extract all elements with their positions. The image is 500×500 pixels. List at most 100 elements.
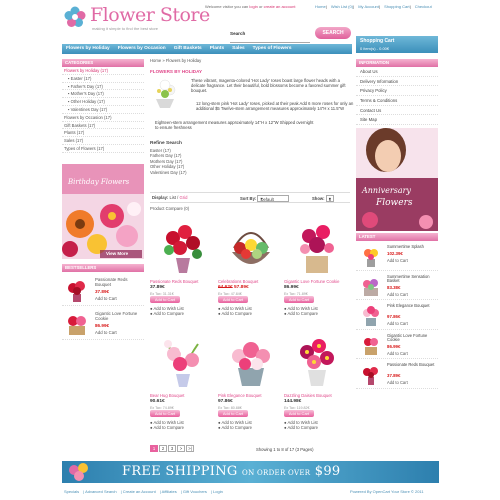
category-easter[interactable]: ▪ Easter (17) — [62, 75, 144, 83]
add-to-compare-link[interactable]: ● Add to Compare — [218, 311, 252, 316]
latest-thumbnail[interactable] — [361, 363, 381, 385]
latest-thumbnail[interactable] — [361, 304, 381, 326]
nav-flowers-by-occasion[interactable]: Flowers by Occasion — [114, 44, 170, 54]
search-button[interactable]: SEARCH — [315, 27, 351, 39]
add-to-cart-button[interactable]: Add to Cart — [218, 410, 248, 417]
product-image[interactable] — [224, 332, 278, 388]
bestseller-add-to-cart[interactable]: Add to Cart — [95, 330, 117, 335]
latest-name[interactable]: Gigantic Love Fortune Cookie — [387, 333, 437, 344]
info-privacy[interactable]: Privacy Policy — [356, 86, 438, 97]
add-to-compare-link[interactable]: ● Add to Compare — [150, 311, 184, 316]
info-sitemap[interactable]: Site Map — [356, 115, 438, 126]
product-name[interactable]: Passionate Reds Bouquet — [150, 279, 214, 284]
page-last[interactable]: >| — [186, 445, 194, 452]
latest-name[interactable]: Pink Elegance Bouquet — [387, 303, 437, 309]
page-2[interactable]: 2 — [159, 445, 167, 452]
info-terms[interactable]: Terms & Conditions — [356, 96, 438, 106]
top-link-wishlist[interactable]: Wish List (0) — [331, 4, 353, 9]
product-image[interactable] — [290, 332, 344, 388]
view-more-link[interactable]: View More — [106, 251, 128, 256]
info-about-us[interactable]: About Us — [356, 67, 438, 77]
latest-thumbnail[interactable] — [361, 334, 381, 356]
nav-gift-baskets[interactable]: Gift Baskets — [170, 44, 206, 54]
refine-valentines-day[interactable]: Valentines Day (17) — [150, 170, 186, 175]
create-account-link[interactable]: create an account — [264, 4, 296, 9]
product-name[interactable]: Celebrations Bouquet — [218, 279, 282, 284]
store-logo[interactable]: Flower Store — [90, 4, 210, 26]
product-name[interactable]: Pink Elegance Bouquet — [218, 393, 282, 398]
add-to-cart-button[interactable]: Add to Cart — [150, 410, 180, 417]
breadcrumb-current[interactable]: Flowers by Holiday — [166, 58, 201, 63]
free-shipping-banner[interactable]: FREE SHIPPING ON ORDER OVER $99 — [62, 461, 439, 483]
category-fathers-day[interactable]: ▪ Father's Day (17) — [62, 83, 144, 91]
add-to-cart-button[interactable]: Add to Cart — [218, 296, 248, 303]
product-name[interactable]: Dazzling Daisies Bouquet — [284, 393, 348, 398]
bestseller-add-to-cart[interactable]: Add to Cart — [95, 296, 117, 301]
info-contact[interactable]: Contact Us — [356, 106, 438, 116]
latest-add-to-cart[interactable]: Add to Cart — [387, 351, 408, 356]
product-image[interactable] — [156, 332, 210, 388]
nav-types-of-flowers[interactable]: Types of Flowers — [249, 44, 296, 54]
add-to-cart-button[interactable]: Add to Cart — [284, 296, 314, 303]
top-link-checkout[interactable]: Checkout — [415, 4, 432, 9]
category-mothers-day[interactable]: ▪ Mother's Day (17) — [62, 90, 144, 99]
add-to-compare-link[interactable]: ● Add to Compare — [150, 425, 184, 430]
shopping-cart-box[interactable]: Shopping Cart 0 item(s) - 0.00€ — [356, 36, 438, 53]
category-gift-baskets[interactable]: Gift Baskets (17) — [62, 122, 144, 130]
category-other-holiday[interactable]: ▪ Other Holiday (17) — [62, 98, 144, 106]
bestseller-name[interactable]: Passionate Reds Bouquet — [95, 277, 143, 287]
category-flowers-by-occasion[interactable]: Flowers by Occasion (17) — [62, 114, 144, 122]
category-valentines-day[interactable]: ▪ Valentines Day (17) — [62, 106, 144, 114]
page-1[interactable]: 1 — [150, 445, 158, 452]
search-input[interactable] — [230, 37, 310, 43]
top-link-cart[interactable]: Shopping Cart — [384, 4, 410, 9]
latest-add-to-cart[interactable]: Add to Cart — [387, 258, 408, 263]
display-list-link[interactable]: List — [169, 195, 176, 200]
nav-plants[interactable]: Plants — [206, 44, 228, 54]
bestseller-thumbnail[interactable] — [65, 278, 89, 302]
footer-login[interactable]: Login — [213, 489, 223, 494]
bestseller-name[interactable]: Gigantic Love Fortune Cookie — [95, 311, 143, 321]
latest-add-to-cart[interactable]: Add to Cart — [387, 292, 408, 297]
nav-sales[interactable]: Sales — [228, 44, 249, 54]
add-to-compare-link[interactable]: ● Add to Compare — [284, 311, 318, 316]
product-name[interactable]: Bear Hug Bouquet — [150, 393, 214, 398]
footer-create-account[interactable]: Create an Account — [123, 489, 156, 494]
footer-specials[interactable]: Specials — [64, 489, 79, 494]
breadcrumb-home[interactable]: Home — [150, 58, 161, 63]
add-to-compare-link[interactable]: ● Add to Compare — [218, 425, 252, 430]
info-delivery[interactable]: Delivery Information — [356, 77, 438, 87]
show-select[interactable]: 8 ▾ — [325, 195, 334, 202]
anniversary-flowers-banner[interactable]: Anniversary Flowers — [356, 128, 438, 231]
category-types-of-flowers[interactable]: Types of Flowers (17) — [62, 145, 144, 153]
product-image[interactable] — [156, 218, 210, 274]
top-link-account[interactable]: My Account — [358, 4, 379, 9]
birthday-flowers-banner[interactable]: Birthday Flowers View More — [62, 164, 144, 259]
category-plants[interactable]: Plants (17) — [62, 129, 144, 138]
page-next[interactable]: > — [177, 445, 185, 452]
bestseller-thumbnail[interactable] — [65, 312, 89, 336]
product-name[interactable]: Gigantic Love Fortune Cookie — [284, 279, 348, 284]
page-3[interactable]: 3 — [168, 445, 176, 452]
latest-name[interactable]: Passionate Reds Bouquet — [387, 362, 437, 368]
product-image[interactable] — [290, 218, 344, 274]
top-link-home[interactable]: Home — [315, 4, 326, 9]
category-sales[interactable]: Sales (17) — [62, 137, 144, 145]
latest-add-to-cart[interactable]: Add to Cart — [387, 380, 408, 385]
product-compare-link[interactable]: Product Compare (0) — [150, 206, 189, 211]
latest-add-to-cart[interactable]: Add to Cart — [387, 321, 408, 326]
latest-thumbnail[interactable] — [361, 245, 381, 267]
login-link[interactable]: login — [249, 4, 257, 9]
sort-select[interactable]: Default ▾ — [257, 195, 290, 202]
nav-flowers-by-holiday[interactable]: Flowers by Holiday — [62, 44, 114, 54]
latest-thumbnail[interactable] — [361, 275, 381, 297]
latest-name[interactable]: Summertime Sensation Basket — [387, 274, 437, 285]
display-grid-link[interactable]: Grid — [180, 195, 188, 200]
add-to-cart-button[interactable]: Add to Cart — [150, 296, 180, 303]
footer-affiliates[interactable]: Affiliates — [162, 489, 177, 494]
refine-other-holiday[interactable]: Other Holiday (17) — [150, 164, 186, 169]
footer-advanced-search[interactable]: Advanced Search — [85, 489, 117, 494]
add-to-cart-button[interactable]: Add to Cart — [284, 410, 314, 417]
category-flowers-by-holiday[interactable]: Flowers by Holiday (17) — [62, 67, 144, 75]
footer-gift-vouchers[interactable]: Gift Vouchers — [183, 489, 207, 494]
